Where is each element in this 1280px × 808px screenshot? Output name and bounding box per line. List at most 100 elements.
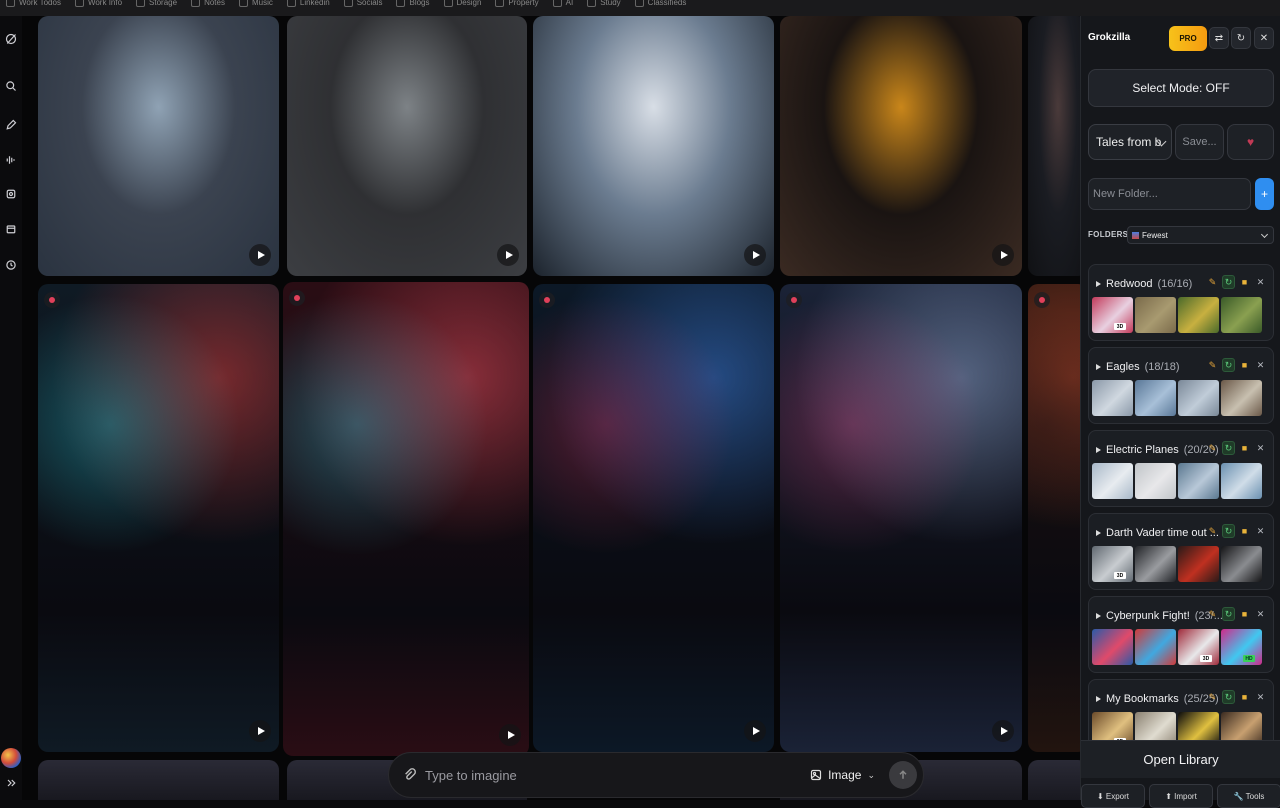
- folder-icon[interactable]: ■: [1238, 441, 1251, 455]
- pin-icon[interactable]: [786, 292, 802, 308]
- play-icon[interactable]: [992, 720, 1014, 742]
- bookmark-item[interactable]: Study: [587, 0, 621, 7]
- folder-thumbnail[interactable]: [1178, 712, 1219, 740]
- folder-thumbnail[interactable]: [1221, 380, 1262, 416]
- folder-thumbnail[interactable]: 3D: [1092, 546, 1133, 582]
- folder-thumbnail[interactable]: [1178, 463, 1219, 499]
- pin-icon[interactable]: [1034, 292, 1050, 308]
- folder-card[interactable]: Cyberpunk Fight! (23/... ✎ ↻ ■ ✕ 3D HD: [1088, 596, 1274, 673]
- sync-icon[interactable]: ↻: [1222, 275, 1235, 289]
- folder-thumbnail[interactable]: [1135, 629, 1176, 665]
- folder-thumbnail[interactable]: [1135, 297, 1176, 333]
- rename-icon[interactable]: ✎: [1206, 690, 1219, 704]
- export-button[interactable]: ⬇ Export: [1081, 784, 1145, 808]
- image-tile[interactable]: [283, 282, 529, 756]
- avatar[interactable]: [1, 748, 21, 768]
- rename-icon[interactable]: ✎: [1206, 524, 1219, 538]
- imagine-icon[interactable]: [3, 186, 19, 202]
- image-tile[interactable]: [38, 16, 279, 276]
- folder-thumbnail[interactable]: [1135, 463, 1176, 499]
- image-tile[interactable]: [1028, 16, 1080, 276]
- sort-select[interactable]: Fewest: [1127, 226, 1274, 244]
- play-icon[interactable]: [992, 244, 1014, 266]
- delete-icon[interactable]: ✕: [1254, 441, 1267, 455]
- prompt-input[interactable]: [425, 767, 811, 783]
- pin-icon[interactable]: [44, 292, 60, 308]
- mode-selector[interactable]: Image ⌄: [810, 768, 875, 782]
- play-icon[interactable]: [744, 244, 766, 266]
- heart-icon[interactable]: ♥: [1227, 124, 1274, 160]
- rename-icon[interactable]: ✎: [1206, 441, 1219, 455]
- bookmark-item[interactable]: Property: [495, 0, 539, 7]
- bookmark-item[interactable]: Blogs: [396, 0, 430, 7]
- folder-name-row[interactable]: My Bookmarks (25/25): [1096, 693, 1219, 705]
- folder-thumbnail[interactable]: [1135, 712, 1176, 740]
- folder-thumbnail[interactable]: [1135, 380, 1176, 416]
- folder-card[interactable]: Electric Planes (20/20) ✎ ↻ ■ ✕: [1088, 430, 1274, 507]
- folder-thumbnail[interactable]: [1135, 546, 1176, 582]
- open-library-button[interactable]: Open Library: [1081, 740, 1280, 778]
- edit-icon[interactable]: [3, 117, 19, 133]
- bookmark-item[interactable]: Work Info: [74, 0, 122, 7]
- history-icon[interactable]: [3, 257, 19, 273]
- folder-icon[interactable]: ■: [1238, 275, 1251, 289]
- folder-thumbnail[interactable]: [1221, 546, 1262, 582]
- pin-icon[interactable]: [539, 292, 555, 308]
- folder-thumbnail[interactable]: [1221, 712, 1262, 740]
- close-button[interactable]: ✕: [1254, 27, 1274, 49]
- pro-badge[interactable]: PRO: [1169, 26, 1207, 51]
- expand-icon[interactable]: [3, 775, 19, 791]
- image-tile[interactable]: [1028, 760, 1080, 800]
- delete-icon[interactable]: ✕: [1254, 524, 1267, 538]
- folder-icon[interactable]: ■: [1238, 607, 1251, 621]
- folder-name-row[interactable]: Darth Vader time out ...: [1096, 527, 1224, 539]
- delete-icon[interactable]: ✕: [1254, 690, 1267, 704]
- voice-icon[interactable]: [3, 152, 19, 168]
- pin-icon[interactable]: [289, 290, 305, 306]
- folder-card[interactable]: Darth Vader time out ... ✎ ↻ ■ ✕ 3D: [1088, 513, 1274, 590]
- image-tile[interactable]: [780, 16, 1022, 276]
- sync-icon[interactable]: ↻: [1222, 441, 1235, 455]
- add-folder-button[interactable]: +: [1255, 178, 1274, 210]
- folder-card[interactable]: Redwood (16/16) ✎ ↻ ■ ✕ 3D: [1088, 264, 1274, 341]
- bookmark-item[interactable]: Socials: [343, 0, 382, 7]
- image-tile[interactable]: [287, 16, 527, 276]
- collection-select[interactable]: Tales from b: [1088, 124, 1172, 160]
- swap-button[interactable]: ⇄: [1209, 27, 1229, 49]
- projects-icon[interactable]: [3, 221, 19, 237]
- play-icon[interactable]: [499, 724, 521, 746]
- select-mode-button[interactable]: Select Mode: OFF: [1088, 69, 1274, 107]
- folder-name-row[interactable]: Eagles (18/18): [1096, 361, 1180, 373]
- play-icon[interactable]: [249, 244, 271, 266]
- folder-icon[interactable]: ■: [1238, 524, 1251, 538]
- delete-icon[interactable]: ✕: [1254, 358, 1267, 372]
- image-tile[interactable]: [1028, 284, 1080, 752]
- folder-icon[interactable]: ■: [1238, 690, 1251, 704]
- new-folder-input[interactable]: [1088, 178, 1251, 210]
- save-button[interactable]: Save...: [1175, 124, 1224, 160]
- folder-thumbnail[interactable]: 3D: [1092, 297, 1133, 333]
- folder-thumbnail[interactable]: [1092, 380, 1133, 416]
- bookmark-item[interactable]: Classifieds: [634, 0, 686, 7]
- folder-thumbnail[interactable]: HD: [1221, 629, 1262, 665]
- folder-card[interactable]: Eagles (18/18) ✎ ↻ ■ ✕: [1088, 347, 1274, 424]
- sync-icon[interactable]: ↻: [1222, 690, 1235, 704]
- delete-icon[interactable]: ✕: [1254, 607, 1267, 621]
- bookmark-item[interactable]: Notes: [191, 0, 225, 7]
- folder-thumbnail[interactable]: [1178, 297, 1219, 333]
- delete-icon[interactable]: ✕: [1254, 275, 1267, 289]
- play-icon[interactable]: [744, 720, 766, 742]
- tools-button[interactable]: 🔧 Tools: [1217, 784, 1280, 808]
- sync-icon[interactable]: ↻: [1222, 524, 1235, 538]
- folder-thumbnail[interactable]: [1178, 380, 1219, 416]
- attach-icon[interactable]: [403, 768, 417, 782]
- folder-thumbnail[interactable]: [1178, 546, 1219, 582]
- image-tile[interactable]: [780, 284, 1022, 752]
- bookmark-item[interactable]: AI: [552, 0, 573, 7]
- folder-thumbnail[interactable]: [1221, 463, 1262, 499]
- folder-card[interactable]: My Bookmarks(25/25)✎↻■✕ 3D: [1088, 679, 1274, 740]
- folder-name-row[interactable]: Redwood (16/16): [1096, 278, 1192, 290]
- image-tile[interactable]: [38, 284, 279, 752]
- folder-name-row[interactable]: Electric Planes (20/20): [1096, 444, 1219, 456]
- folder-icon[interactable]: ■: [1238, 358, 1251, 372]
